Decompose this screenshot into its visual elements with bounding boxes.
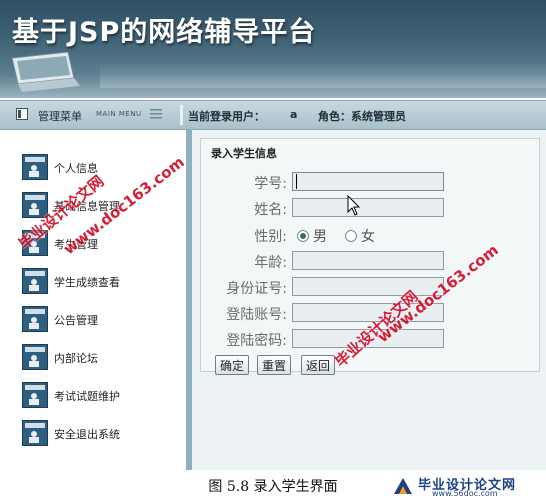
student-id-label: 学号: [254, 176, 287, 192]
header-banner: 基于JSP的网络辅导平台 [0, 0, 546, 98]
footer-logo-url: www.56doc.com [432, 489, 498, 498]
menu-sub-label: MAIN MENU [96, 110, 142, 118]
top-bar: 管理菜单 MAIN MENU 当前登录用户： a 角色：系统管理员 [0, 100, 546, 130]
age-input[interactable] [292, 251, 444, 270]
text-caret [296, 174, 297, 189]
gender-label: 性别: [254, 229, 287, 245]
student-id-input[interactable] [292, 172, 444, 191]
reset-button[interactable]: 重置 [257, 355, 292, 375]
current-user-value: a [290, 108, 298, 121]
confirm-button[interactable]: 确定 [215, 355, 250, 375]
menu-icon [16, 108, 28, 120]
name-label: 姓名: [254, 202, 287, 218]
mouse-cursor-icon [347, 195, 361, 216]
sidebar-item-forum[interactable]: 内部论坛 [22, 344, 182, 372]
sidebar-item-label: 内部论坛 [54, 352, 98, 365]
user-card-icon [22, 382, 48, 408]
login-password-label: 登陆密码: [226, 333, 287, 349]
sidebar-item-logout[interactable]: 安全退出系统 [22, 420, 182, 448]
logo-mark-icon [394, 478, 412, 494]
id-card-input[interactable] [292, 277, 444, 296]
id-card-label: 身份证号: [226, 281, 287, 297]
user-card-icon [22, 154, 48, 180]
radio-unchecked-icon [345, 230, 357, 242]
banner-glow [100, 62, 546, 88]
user-card-icon [22, 344, 48, 370]
monitor-icon [11, 52, 80, 92]
topbar-divider [180, 105, 183, 125]
main-content: 录入学生信息 学号: 姓名: 性别: 男 女 年龄: 身份证号: 登陆账号: 登… [192, 130, 546, 470]
sidebar-item-exam-questions[interactable]: 考试试题维护 [22, 382, 182, 410]
user-card-icon [22, 420, 48, 446]
login-account-label: 登陆账号: [226, 307, 287, 323]
sidebar-item-label: 公告管理 [54, 314, 98, 327]
footer-logo: 毕业设计论文网 www.56doc.com [392, 474, 542, 498]
user-card-icon [22, 268, 48, 294]
list-lines-icon [150, 109, 162, 119]
sidebar-item-scores[interactable]: 学生成绩查看 [22, 268, 182, 296]
gender-option-label: 女 [361, 229, 375, 245]
current-user-label: 当前登录用户： [188, 110, 265, 123]
sidebar-item-label: 考试试题维护 [54, 390, 120, 403]
radio-checked-icon [297, 230, 309, 242]
menu-label: 管理菜单 [38, 110, 82, 123]
app-title: 基于JSP的网络辅导平台 [12, 17, 317, 48]
back-button[interactable]: 返回 [301, 355, 336, 375]
sidebar-item-label: 学生成绩查看 [54, 276, 120, 289]
form-title: 录入学生信息 [211, 147, 277, 160]
sidebar-item-label: 安全退出系统 [54, 428, 120, 441]
role-label: 角色：系统管理员 [318, 110, 406, 123]
gender-option-label: 男 [313, 229, 327, 245]
sidebar-item-announcements[interactable]: 公告管理 [22, 306, 182, 334]
age-label: 年龄: [254, 255, 287, 271]
user-card-icon [22, 306, 48, 332]
name-input[interactable] [292, 198, 444, 217]
